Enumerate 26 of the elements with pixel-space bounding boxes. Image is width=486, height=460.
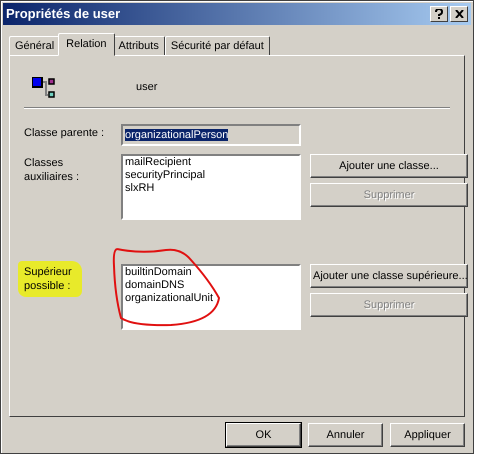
class-hierarchy-icon [32, 76, 58, 99]
tab[interactable]: Relation [58, 33, 114, 56]
dialog-button[interactable]: OK [226, 423, 301, 447]
parent-class-field[interactable]: organizationalPerson [121, 124, 301, 146]
list-item[interactable]: domainDNS [125, 279, 297, 292]
dialog-button[interactable]: Appliquer [390, 423, 465, 447]
dialog-button[interactable]: Annuler [308, 423, 383, 447]
list-item[interactable]: builtinDomain [125, 266, 297, 280]
tab[interactable]: Attributs [112, 36, 165, 56]
dialog-button[interactable]: Ajouter une classe supérieure... [310, 264, 468, 288]
window-title: Propriétés de user [6, 5, 122, 24]
close-icon[interactable] [450, 6, 468, 22]
tab[interactable]: Général [9, 36, 60, 56]
list-box[interactable]: mailRecipient securityPrincipal slxRH [121, 154, 301, 220]
field-label: Supérieur possible : [18, 261, 82, 298]
list-item[interactable]: organizationalUnit [125, 292, 297, 306]
field-label: Classe parente : [24, 126, 106, 142]
list-box[interactable]: builtinDomain domainDNS organizationalUnit [121, 264, 301, 330]
dialog-button[interactable]: Ajouter une classe... [310, 154, 468, 178]
help-icon[interactable] [430, 6, 448, 22]
class-name: user [136, 80, 158, 96]
field-label: Classes auxiliaires : [24, 156, 80, 186]
tab[interactable]: Sécurité par défaut [164, 36, 270, 56]
list-item[interactable]: securityPrincipal [125, 169, 297, 182]
list-item[interactable]: slxRH [125, 182, 297, 196]
list-item[interactable]: mailRecipient [125, 156, 297, 170]
